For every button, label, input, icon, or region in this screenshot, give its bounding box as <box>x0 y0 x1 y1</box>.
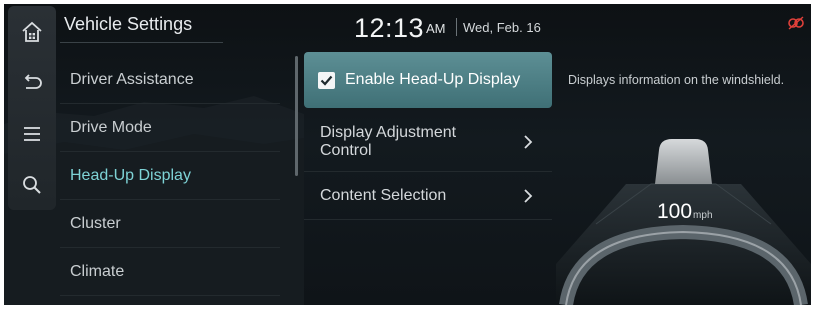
clock-date: Wed, Feb. 16 <box>463 20 541 35</box>
menu-item-driver-assistance[interactable]: Driver Assistance <box>60 56 280 104</box>
menu-item-drive-mode[interactable]: Drive Mode <box>60 104 280 152</box>
menu-item-label: Driver Assistance <box>70 70 194 88</box>
menu-item-label: Climate <box>70 262 125 280</box>
header-divider <box>456 18 457 36</box>
home-button[interactable] <box>8 6 56 57</box>
enable-hud-label: Enable Head-Up Display <box>345 71 521 88</box>
content-selection-label: Content Selection <box>320 186 447 204</box>
menu-item-label: Head-Up Display <box>70 166 191 184</box>
menu-scrollbar[interactable] <box>295 56 298 176</box>
infotainment-screen: Vehicle Settings 12:13 AM Wed, Feb. 16 D… <box>4 4 811 305</box>
page-title: Vehicle Settings <box>64 14 193 34</box>
title-underline <box>60 42 223 43</box>
menu-item-cluster[interactable]: Cluster <box>60 200 280 248</box>
navigation-rail <box>8 6 56 210</box>
menu-item-label: Cluster <box>70 214 121 232</box>
menu-item-climate[interactable]: Climate <box>60 248 280 296</box>
checkmark-icon <box>320 75 333 86</box>
menu-item-label: Drive Mode <box>70 118 152 136</box>
search-button[interactable] <box>8 159 56 210</box>
menu-button[interactable] <box>8 108 56 159</box>
chevron-right-icon <box>524 188 533 203</box>
content-selection-item[interactable]: Content Selection <box>304 172 552 220</box>
speed-unit: mph <box>693 210 713 221</box>
hud-speed-readout: 100mph <box>657 200 713 224</box>
home-icon <box>22 21 42 42</box>
enable-hud-toggle[interactable]: Enable Head-Up Display <box>304 52 552 108</box>
menu-item-head-up-display[interactable]: Head-Up Display <box>60 152 280 200</box>
clock-time: 12:13 <box>354 13 425 43</box>
display-adjustment-label-line1: Display Adjustment <box>320 123 457 141</box>
hud-description: Displays information on the windshield. <box>568 73 785 87</box>
back-button[interactable] <box>8 57 56 108</box>
back-icon <box>24 73 42 89</box>
enable-hud-checkbox[interactable] <box>318 71 335 89</box>
display-adjustment-label-line2: Control <box>320 141 372 159</box>
clock-ampm: AM <box>426 21 446 36</box>
menu-icon <box>24 126 40 141</box>
display-adjustment-control-item[interactable]: Display Adjustment Control <box>304 112 552 172</box>
speed-value: 100 <box>657 200 693 223</box>
connection-status-icon <box>788 16 804 30</box>
search-icon <box>23 175 41 194</box>
chevron-right-icon <box>524 134 533 149</box>
display-adjustment-label: Display Adjustment Control <box>320 124 456 160</box>
